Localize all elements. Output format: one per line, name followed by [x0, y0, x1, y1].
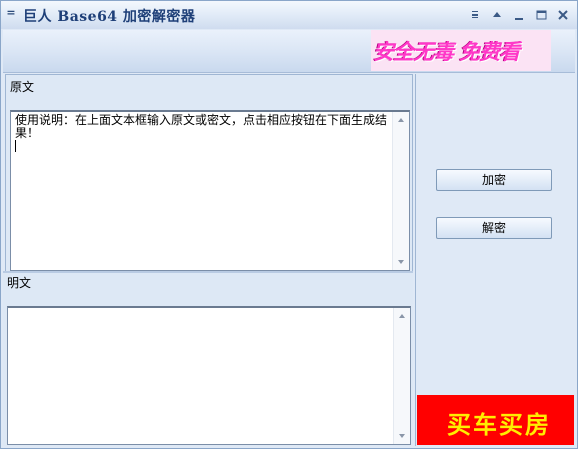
minimize-icon[interactable]: [511, 7, 527, 23]
app-window: = 巨人 Base64 加密解密器 安全无毒 免费看 原文 使用说明：在上面文本…: [0, 0, 578, 449]
close-icon[interactable]: [555, 7, 571, 23]
source-group: 原文 使用说明：在上面文本框输入原文或密文，点击相应按钮在下面生成结果！: [5, 74, 413, 273]
source-scrollbar[interactable]: [392, 112, 409, 270]
maximize-icon[interactable]: [533, 7, 549, 23]
ad-banner-side[interactable]: 买车买房: [417, 395, 574, 445]
title-bar[interactable]: = 巨人 Base64 加密解密器: [1, 1, 577, 29]
scroll-down-icon[interactable]: [393, 254, 409, 270]
window-title: 巨人 Base64 加密解密器: [23, 9, 196, 25]
ad-banner-top-text: 安全无毒 免费看: [373, 40, 520, 64]
scroll-up-icon[interactable]: [394, 308, 410, 324]
source-textarea[interactable]: 使用说明：在上面文本框输入原文或密文，点击相应按钮在下面生成结果！: [10, 110, 410, 271]
decrypt-button[interactable]: 解密: [436, 217, 552, 239]
banner-strip: 安全无毒 免费看: [3, 30, 575, 73]
menu-icon[interactable]: [467, 7, 483, 23]
result-textarea[interactable]: [7, 306, 411, 445]
action-pane: 加密 解密 买车买房: [415, 74, 576, 446]
result-label: 明文: [7, 276, 32, 290]
result-group: 明文: [3, 273, 413, 446]
source-text: 使用说明：在上面文本框输入原文或密文，点击相应按钮在下面生成结果！: [15, 114, 389, 153]
editor-pane: 原文 使用说明：在上面文本框输入原文或密文，点击相应按钮在下面生成结果！ 明文: [3, 74, 413, 446]
encrypt-button[interactable]: 加密: [436, 169, 552, 191]
ad-banner-top[interactable]: 安全无毒 免费看: [371, 30, 551, 71]
scroll-up-icon[interactable]: [393, 112, 409, 128]
rollup-icon[interactable]: [489, 7, 505, 23]
scroll-down-icon[interactable]: [394, 428, 410, 444]
system-menu-icon[interactable]: =: [6, 7, 16, 19]
result-scrollbar[interactable]: [393, 308, 410, 444]
ad-banner-side-text: 买车买房: [447, 410, 551, 439]
text-caret: [15, 140, 16, 152]
source-label: 原文: [10, 80, 35, 94]
